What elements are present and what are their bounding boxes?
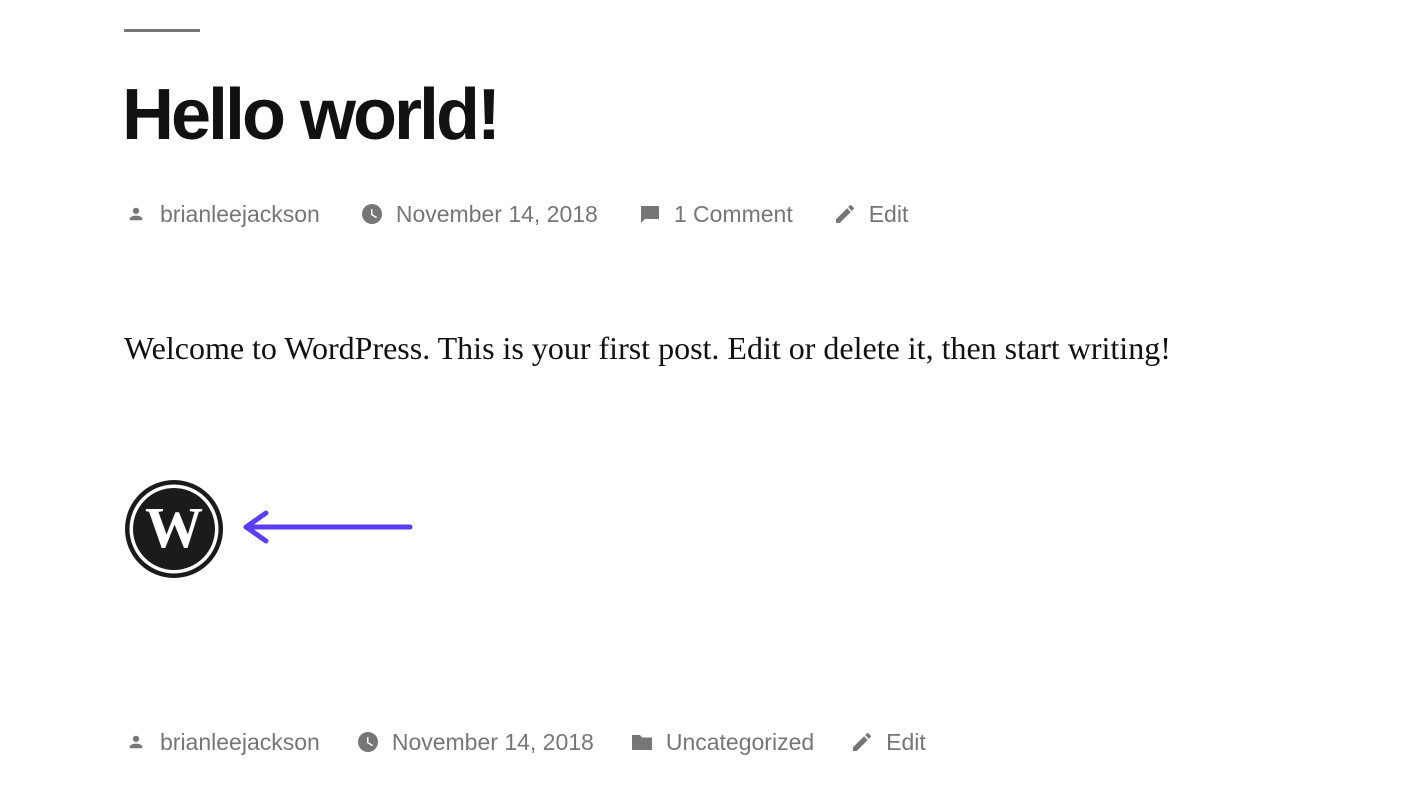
footer-edit-link[interactable]: Edit	[886, 729, 926, 756]
pencil-icon	[833, 202, 857, 226]
footer-meta-category: Uncategorized	[630, 729, 814, 756]
date-link[interactable]: November 14, 2018	[396, 201, 598, 228]
person-icon	[124, 202, 148, 226]
footer-date-link[interactable]: November 14, 2018	[392, 729, 594, 756]
svg-text:W: W	[145, 495, 203, 560]
wordpress-logo-icon: W	[125, 480, 223, 578]
meta-comments: 1 Comment	[638, 201, 793, 228]
footer-meta-date: November 14, 2018	[356, 729, 594, 756]
clock-icon	[360, 202, 384, 226]
post-meta-header: brianleejackson November 14, 2018 1 Comm…	[124, 199, 908, 229]
title-divider	[124, 29, 200, 32]
post-meta-footer: brianleejackson November 14, 2018 Uncate…	[124, 727, 926, 757]
footer-author-link[interactable]: brianleejackson	[160, 729, 320, 756]
footer-meta-edit: Edit	[850, 729, 926, 756]
author-link[interactable]: brianleejackson	[160, 201, 320, 228]
post-title: Hello world!	[122, 75, 501, 155]
category-link[interactable]: Uncategorized	[666, 729, 814, 756]
meta-edit: Edit	[833, 201, 909, 228]
edit-link[interactable]: Edit	[869, 201, 909, 228]
post-content: Welcome to WordPress. This is your first…	[124, 330, 1171, 366]
arrow-left-icon	[243, 510, 413, 544]
comments-link[interactable]: 1 Comment	[674, 201, 793, 228]
folder-icon	[630, 730, 654, 754]
meta-author: brianleejackson	[124, 201, 320, 228]
footer-meta-author: brianleejackson	[124, 729, 320, 756]
comment-icon	[638, 202, 662, 226]
clock-icon	[356, 730, 380, 754]
meta-date: November 14, 2018	[360, 201, 598, 228]
pencil-icon	[850, 730, 874, 754]
person-icon	[124, 730, 148, 754]
